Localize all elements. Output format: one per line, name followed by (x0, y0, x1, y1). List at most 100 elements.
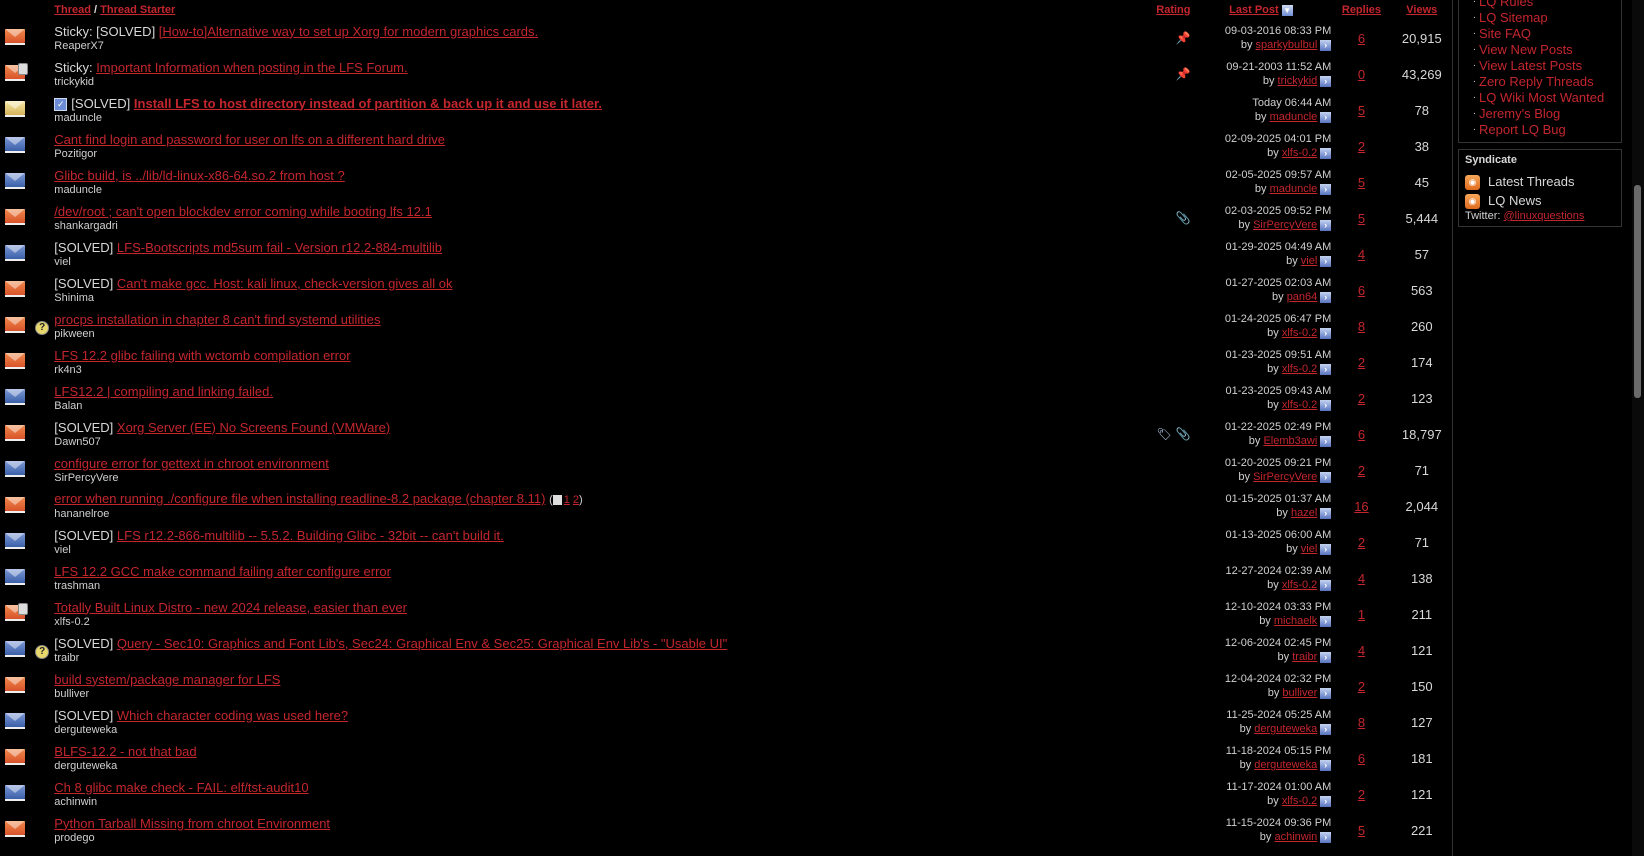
thread-title-link[interactable]: Cant find login and password for user on… (54, 132, 445, 147)
replies-count-link[interactable]: 2 (1358, 463, 1365, 478)
last-post-user-link[interactable]: trickykid (1278, 75, 1318, 87)
sidebar-link[interactable]: View New Posts (1479, 42, 1573, 57)
page-link[interactable]: 2 (573, 494, 579, 506)
replies-count-link[interactable]: 6 (1358, 283, 1365, 298)
replies-count-link[interactable]: 0 (1358, 67, 1365, 82)
last-post-user-link[interactable]: viel (1301, 543, 1318, 555)
thread-title-link[interactable]: Can't make gcc. Host: kali linux, check-… (117, 276, 453, 291)
go-to-last-post-icon[interactable]: › (1320, 327, 1332, 339)
sort-by-last-post[interactable]: Last Post (1229, 4, 1279, 16)
go-to-last-post-icon[interactable]: › (1320, 219, 1332, 231)
thread-title-link[interactable]: LFS-Bootscripts md5sum fail - Version r1… (117, 240, 442, 255)
last-post-user-link[interactable]: xlfs-0.2 (1282, 147, 1317, 159)
go-to-last-post-icon[interactable]: › (1320, 399, 1332, 411)
replies-count-link[interactable]: 16 (1354, 499, 1368, 514)
last-post-user-link[interactable]: xlfs-0.2 (1282, 327, 1317, 339)
replies-count-link[interactable]: 6 (1358, 751, 1365, 766)
sort-by-thread-starter[interactable]: Thread Starter (100, 4, 175, 16)
thread-title-link[interactable]: Query - Sec10: Graphics and Font Lib's, … (117, 636, 727, 651)
sidebar-link[interactable]: LQ Sitemap (1479, 10, 1548, 25)
rss-label[interactable]: Latest Threads (1488, 174, 1574, 189)
last-post-user-link[interactable]: SirPercyVere (1253, 219, 1317, 231)
replies-count-link[interactable]: 4 (1358, 571, 1365, 586)
go-to-last-post-icon[interactable]: › (1320, 363, 1332, 375)
last-post-user-link[interactable]: traibr (1292, 651, 1317, 663)
scrollbar-thumb[interactable] (1634, 185, 1641, 398)
thread-title-link[interactable]: error when running ./configure file when… (54, 491, 545, 506)
last-post-user-link[interactable]: maduncle (1270, 111, 1318, 123)
replies-count-link[interactable]: 6 (1358, 427, 1365, 442)
thread-title-link[interactable]: Ch 8 glibc make check - FAIL: elf/tst-au… (54, 780, 308, 795)
replies-count-link[interactable]: 6 (1358, 31, 1365, 46)
go-to-last-post-icon[interactable]: › (1320, 435, 1332, 447)
go-to-last-post-icon[interactable]: › (1320, 471, 1332, 483)
go-to-last-post-icon[interactable]: › (1320, 831, 1332, 843)
thread-title-link[interactable]: LFS r12.2-866-multilib -- 5.5.2. Buildin… (117, 528, 504, 543)
go-to-last-post-icon[interactable]: › (1320, 183, 1332, 195)
sort-by-views[interactable]: Views (1406, 4, 1437, 16)
thread-title-link[interactable]: LFS12.2 | compiling and linking failed. (54, 384, 273, 399)
go-to-last-post-icon[interactable]: › (1320, 687, 1332, 699)
thread-title-link[interactable]: Glibc build, is ../lib/ld-linux-x86-64.s… (54, 168, 344, 183)
last-post-user-link[interactable]: xlfs-0.2 (1282, 399, 1317, 411)
last-post-user-link[interactable]: xlfs-0.2 (1282, 363, 1317, 375)
go-to-last-post-icon[interactable]: › (1320, 291, 1332, 303)
go-to-last-post-icon[interactable]: › (1320, 651, 1332, 663)
last-post-user-link[interactable]: derguteweka (1254, 723, 1317, 735)
replies-count-link[interactable]: 2 (1358, 139, 1365, 154)
thread-title-link[interactable]: Xorg Server (EE) No Screens Found (VMWar… (117, 420, 390, 435)
thread-title-link[interactable]: LFS 12.2 GCC make command failing after … (54, 564, 391, 579)
go-to-last-post-icon[interactable]: › (1320, 579, 1332, 591)
last-post-user-link[interactable]: SirPercyVere (1253, 471, 1317, 483)
rss-icon[interactable]: ◉ (1465, 194, 1480, 210)
rss-label[interactable]: LQ News (1488, 193, 1541, 208)
sort-by-rating[interactable]: Rating (1156, 4, 1190, 16)
sort-descending-icon[interactable]: ▼ (1281, 4, 1293, 16)
replies-count-link[interactable]: 8 (1358, 715, 1365, 730)
thread-title-link[interactable]: Python Tarball Missing from chroot Envir… (54, 816, 330, 831)
sidebar-link[interactable]: Zero Reply Threads (1479, 74, 1594, 89)
replies-count-link[interactable]: 2 (1358, 787, 1365, 802)
thread-title-link[interactable]: configure error for gettext in chroot en… (54, 456, 329, 471)
last-post-user-link[interactable]: xlfs-0.2 (1282, 579, 1317, 591)
sidebar-link[interactable]: LQ Wiki Most Wanted (1479, 90, 1604, 105)
rss-lq-news[interactable]: ◉ LQ News (1465, 191, 1615, 210)
twitter-link[interactable]: @linuxquestions (1504, 210, 1585, 222)
go-to-last-post-icon[interactable]: › (1320, 723, 1332, 735)
replies-count-link[interactable]: 2 (1358, 391, 1365, 406)
page-link[interactable]: 1 (564, 494, 570, 506)
replies-count-link[interactable]: 5 (1358, 823, 1365, 838)
page-scrollbar[interactable] (1632, 0, 1644, 856)
thread-title-link[interactable]: Totally Built Linux Distro - new 2024 re… (54, 600, 407, 615)
go-to-last-post-icon[interactable]: › (1320, 111, 1332, 123)
last-post-user-link[interactable]: michaelk (1274, 615, 1317, 627)
replies-count-link[interactable]: 1 (1358, 607, 1365, 622)
thread-title-link[interactable]: Install LFS to host directory instead of… (134, 96, 602, 111)
sidebar-link[interactable]: View Latest Posts (1479, 58, 1582, 73)
sidebar-link[interactable]: LQ Rules (1479, 0, 1533, 9)
thread-title-link[interactable]: Which character coding was used here? (117, 708, 348, 723)
sidebar-link[interactable]: Site FAQ (1479, 26, 1531, 41)
thread-title-link[interactable]: [How-to]Alternative way to set up Xorg f… (159, 24, 538, 39)
go-to-last-post-icon[interactable]: › (1320, 543, 1332, 555)
go-to-last-post-icon[interactable]: › (1320, 615, 1332, 627)
replies-count-link[interactable]: 8 (1358, 319, 1365, 334)
replies-count-link[interactable]: 5 (1358, 175, 1365, 190)
last-post-user-link[interactable]: hazel (1291, 507, 1317, 519)
last-post-user-link[interactable]: derguteweka (1254, 759, 1317, 771)
last-post-user-link[interactable]: Elemb3awi (1263, 435, 1317, 447)
last-post-user-link[interactable]: xlfs-0.2 (1282, 795, 1317, 807)
go-to-last-post-icon[interactable]: › (1320, 75, 1332, 87)
thread-title-link[interactable]: procps installation in chapter 8 can't f… (54, 312, 380, 327)
rss-icon[interactable]: ◉ (1465, 175, 1480, 191)
last-post-user-link[interactable]: achinwin (1274, 831, 1317, 843)
replies-count-link[interactable]: 2 (1358, 535, 1365, 550)
go-to-last-post-icon[interactable]: › (1320, 795, 1332, 807)
replies-count-link[interactable]: 2 (1358, 355, 1365, 370)
last-post-user-link[interactable]: sparkybulbul (1256, 39, 1318, 51)
sort-by-replies[interactable]: Replies (1342, 4, 1381, 16)
thread-title-link[interactable]: BLFS-12.2 - not that bad (54, 744, 196, 759)
go-to-last-post-icon[interactable]: › (1320, 39, 1332, 51)
last-post-user-link[interactable]: pan64 (1287, 291, 1318, 303)
sort-by-thread[interactable]: Thread (54, 4, 91, 16)
